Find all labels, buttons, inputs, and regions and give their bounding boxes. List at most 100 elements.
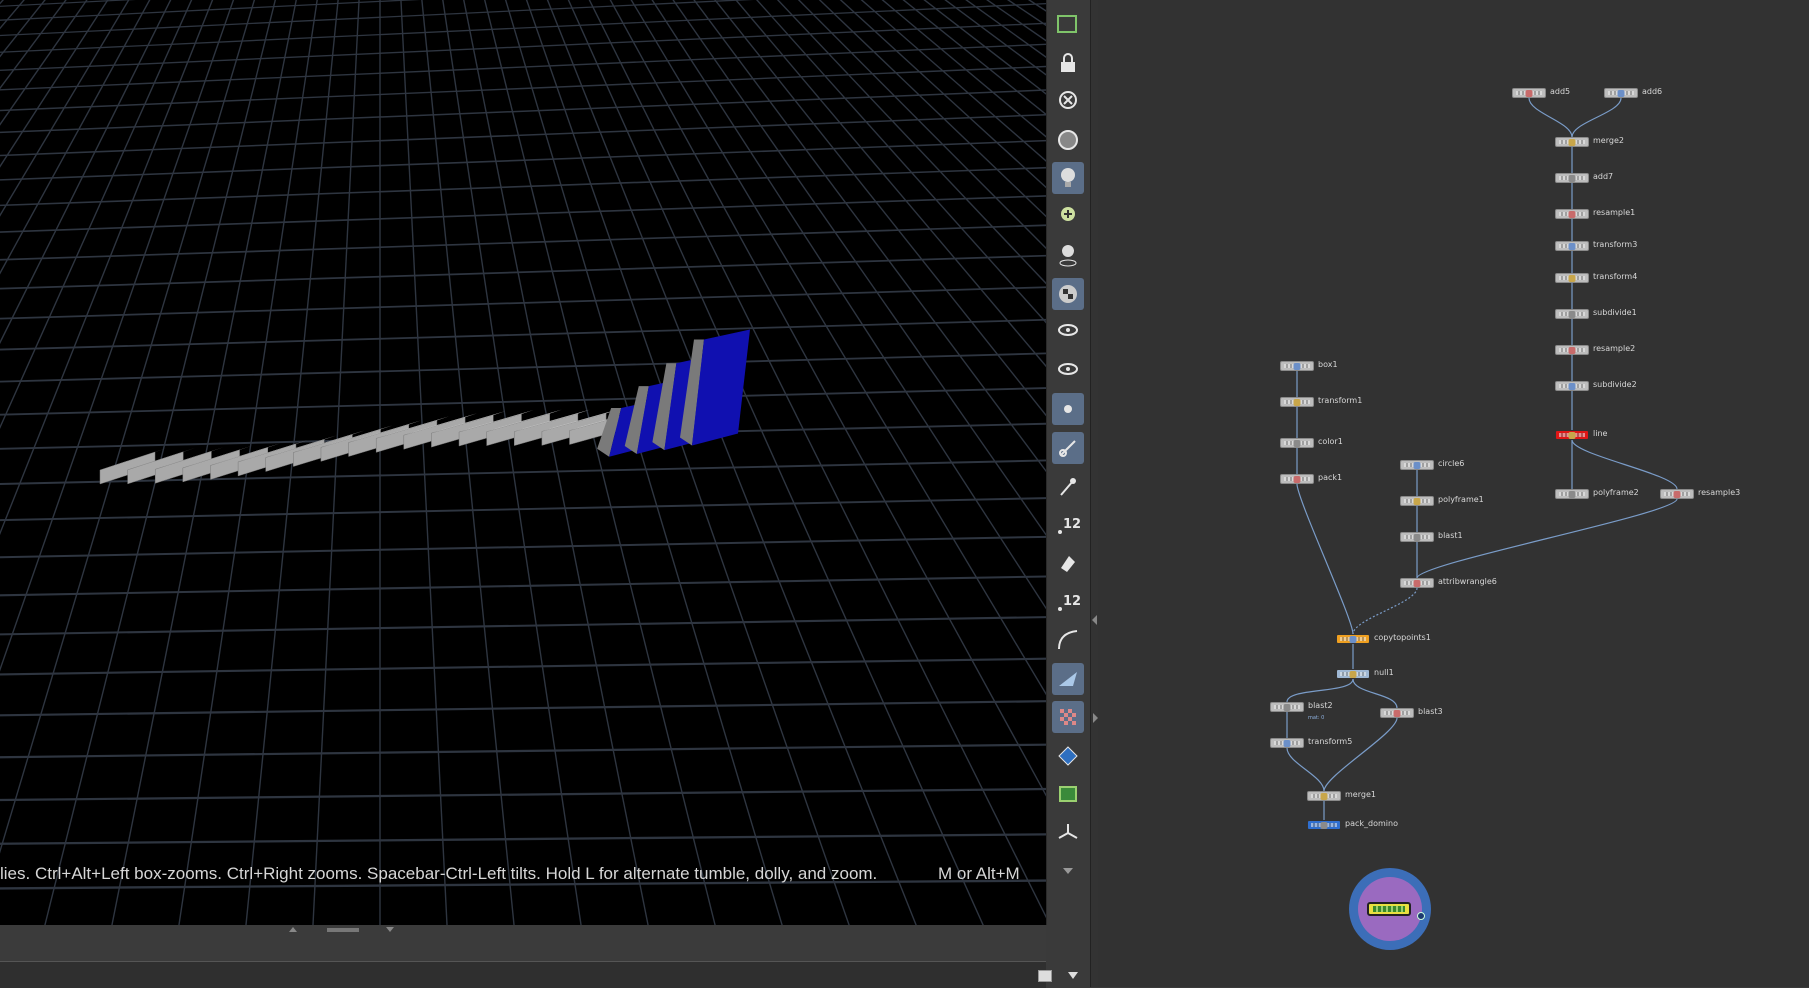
node-type-icon <box>1617 90 1625 97</box>
node-resample2[interactable] <box>1555 345 1589 355</box>
spot-light-button[interactable] <box>1052 239 1084 271</box>
point-icon <box>1064 405 1072 413</box>
node-pack1[interactable] <box>1280 474 1314 484</box>
node-color1[interactable] <box>1280 438 1314 448</box>
node-add6[interactable] <box>1604 88 1638 98</box>
node-wire <box>1352 587 1418 635</box>
add-light-button[interactable] <box>1052 201 1084 233</box>
node-blast2[interactable] <box>1270 702 1304 712</box>
prim-number-button[interactable]: 12 <box>1052 586 1084 618</box>
node-circle6[interactable] <box>1400 460 1434 470</box>
node-add5[interactable] <box>1512 88 1546 98</box>
node-polyframe2[interactable] <box>1555 489 1589 499</box>
timeline-bar[interactable] <box>0 961 1078 988</box>
diamond-button[interactable] <box>1052 740 1084 772</box>
texture-checker-icon <box>1060 709 1076 725</box>
node-label: subdivide1 <box>1593 308 1637 317</box>
close-button[interactable] <box>1052 85 1084 117</box>
node-type-icon <box>1568 211 1576 218</box>
node-label: polyframe1 <box>1438 495 1484 504</box>
node-null1[interactable] <box>1336 669 1370 679</box>
brush-icon <box>1059 439 1076 457</box>
node-box1[interactable] <box>1280 361 1314 371</box>
collapse-left-arrow-icon[interactable] <box>1092 615 1097 625</box>
svg-text:12: 12 <box>1063 594 1081 609</box>
node-subdivide1[interactable] <box>1555 309 1589 319</box>
node-type-icon <box>1320 822 1328 829</box>
frame-button[interactable] <box>1052 778 1084 810</box>
node-label: resample1 <box>1593 208 1636 217</box>
viewport-bottom-bar <box>0 925 1078 988</box>
node-blast3[interactable] <box>1380 708 1414 718</box>
axis-button[interactable] <box>1052 817 1084 849</box>
node-line[interactable] <box>1555 430 1589 440</box>
node-label: subdivide2 <box>1593 380 1637 389</box>
node-label: line <box>1593 429 1608 438</box>
node-type-icon <box>1568 383 1576 390</box>
view-button[interactable] <box>1052 8 1084 40</box>
node-type-icon <box>1393 710 1401 717</box>
axis-icon <box>1058 823 1078 839</box>
node-blast1[interactable] <box>1400 532 1434 542</box>
display-option-icon[interactable] <box>1038 970 1052 982</box>
pane-split-handle[interactable] <box>0 925 1046 937</box>
node-polyframe1[interactable] <box>1400 496 1434 506</box>
node-label: transform5 <box>1308 737 1353 746</box>
pin-button[interactable] <box>1052 470 1084 502</box>
viewport-hint-text: lies. Ctrl+Alt+Left box-zooms. Ctrl+Righ… <box>0 864 878 883</box>
point-button[interactable] <box>1052 393 1084 425</box>
scene-viewport[interactable]: lies. Ctrl+Alt+Left box-zooms. Ctrl+Righ… <box>0 0 1046 925</box>
prim-button[interactable] <box>1052 547 1084 579</box>
node-label: resample2 <box>1593 344 1636 353</box>
close-icon <box>1059 91 1077 109</box>
node-label: blast2 <box>1308 701 1333 710</box>
node-add7[interactable] <box>1555 173 1589 183</box>
shade-button[interactable] <box>1052 662 1084 695</box>
lock-button[interactable] <box>1052 47 1084 79</box>
node-type-icon <box>1568 275 1576 282</box>
play-eye-button[interactable] <box>1052 355 1084 387</box>
camera-icon <box>1058 129 1078 150</box>
more-arrow-icon <box>1063 868 1073 874</box>
node-resample3[interactable] <box>1660 489 1694 499</box>
node-copytopoints1[interactable] <box>1336 634 1370 644</box>
node-merge1[interactable] <box>1307 791 1341 801</box>
chevron-down-icon[interactable] <box>1068 972 1078 979</box>
point-number-button[interactable]: 12 <box>1052 509 1084 541</box>
node-label: null1 <box>1374 668 1394 677</box>
node-type-icon <box>1293 476 1301 483</box>
camera-button[interactable] <box>1052 124 1084 156</box>
node-merge2[interactable] <box>1555 137 1589 147</box>
node-pack_domino[interactable] <box>1307 820 1341 830</box>
node-label: merge1 <box>1345 790 1376 799</box>
network-editor[interactable]: add5 add6 merge2 add7 resample1 transform3 tra… <box>1098 0 1809 987</box>
node-transform3[interactable] <box>1555 241 1589 251</box>
node-label: color1 <box>1318 437 1343 446</box>
checker-sphere-button[interactable] <box>1052 277 1084 310</box>
curve-button[interactable] <box>1052 624 1084 656</box>
play-eye-icon <box>1058 362 1078 375</box>
node-type-icon <box>1568 347 1576 354</box>
lock-icon <box>1061 52 1075 72</box>
node-attribwrangle6[interactable] <box>1400 578 1434 588</box>
node-type-icon <box>1320 793 1328 800</box>
node-type-icon <box>1349 636 1357 643</box>
node-subdivide2[interactable] <box>1555 381 1589 391</box>
texture-checker-button[interactable] <box>1052 701 1084 733</box>
more-arrow-button[interactable] <box>1052 855 1084 887</box>
node-type-icon <box>1413 580 1421 587</box>
node-label: blast1 <box>1438 531 1463 540</box>
node-label: attribwrangle6 <box>1438 577 1497 586</box>
node-transform4[interactable] <box>1555 273 1589 283</box>
node-label: merge2 <box>1593 136 1624 145</box>
output-flag-node[interactable] <box>1349 868 1431 950</box>
node-wire <box>1352 678 1398 709</box>
node-transform5[interactable] <box>1270 738 1304 748</box>
node-resample1[interactable] <box>1555 209 1589 219</box>
output-connector-dot <box>1417 912 1425 920</box>
brush-button[interactable] <box>1052 431 1084 464</box>
light-bulb-button[interactable] <box>1052 162 1084 194</box>
display-eye-button[interactable] <box>1052 316 1084 348</box>
node-transform1[interactable] <box>1280 397 1314 407</box>
domino-piece <box>680 329 750 446</box>
